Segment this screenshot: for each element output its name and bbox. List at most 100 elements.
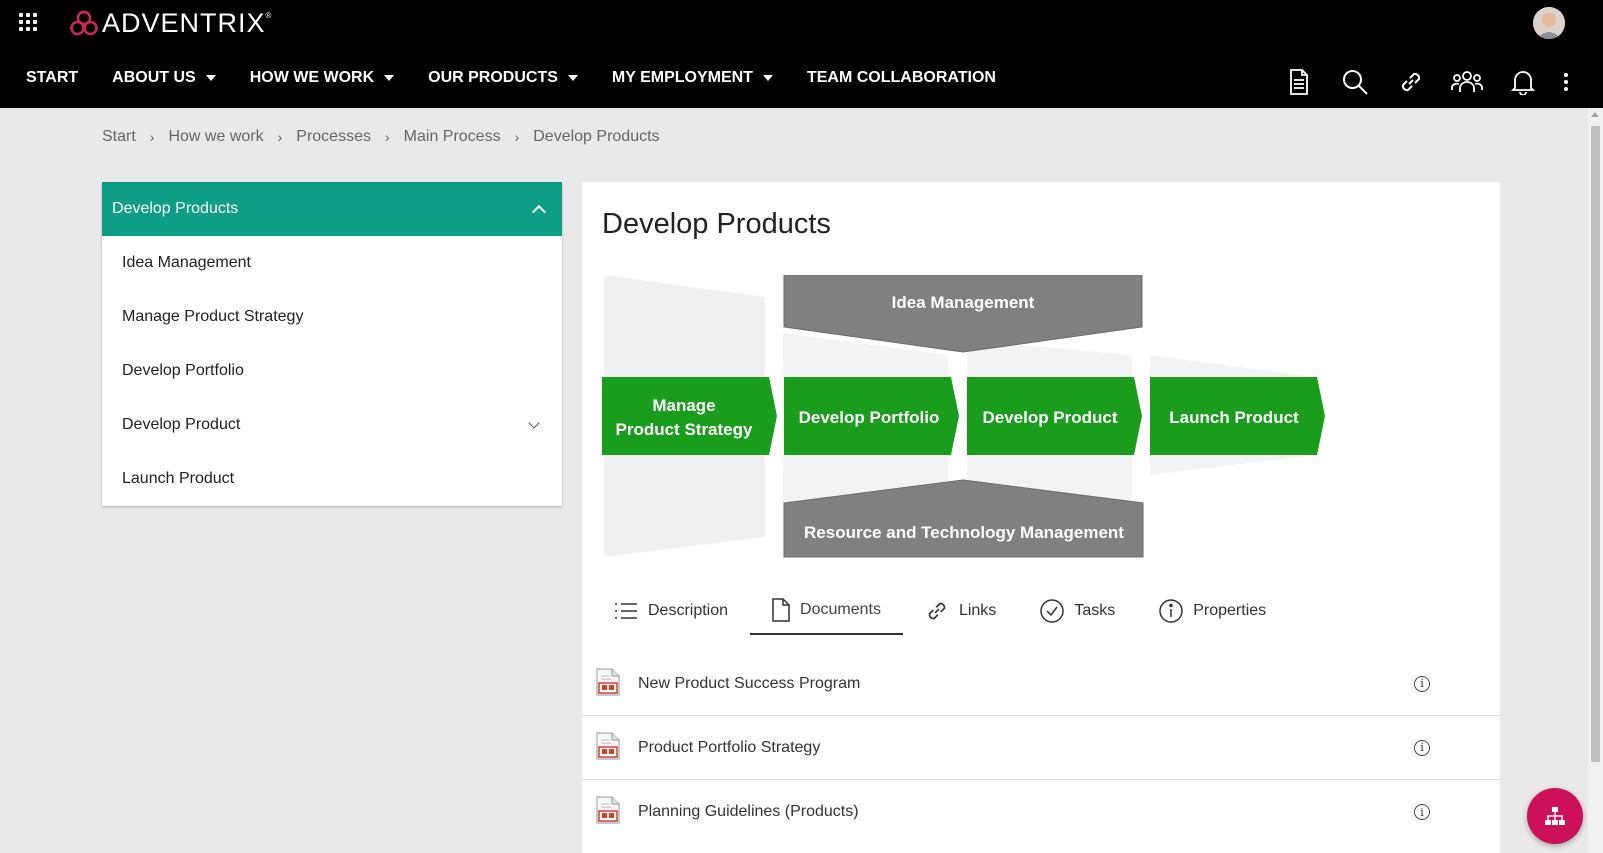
caret-down-icon <box>384 75 395 81</box>
sidenav-item-develop-product[interactable]: Develop Product <box>102 398 562 452</box>
chevron-up-icon[interactable] <box>531 204 547 219</box>
team-icon[interactable] <box>1439 64 1495 100</box>
list-item[interactable]: Planning Guidelines (Products) i <box>582 780 1500 844</box>
breadcrumb-separator-icon: › <box>384 129 390 145</box>
brand-logo[interactable]: ADVENTRIX ® <box>70 7 271 39</box>
caret-down-icon <box>567 75 578 81</box>
top-bar: ADVENTRIX ® START ABOUT US HOW WE WORK O… <box>0 0 1603 108</box>
caret-down-icon <box>205 75 216 81</box>
tab-label: Properties <box>1193 602 1267 619</box>
nav-how-we-work[interactable]: HOW WE WORK <box>249 69 395 87</box>
pdf-document-icon <box>596 668 620 696</box>
diagram-label: Idea Management <box>892 293 1035 312</box>
pdf-document-icon <box>596 796 620 824</box>
breadcrumb-processes[interactable]: Processes <box>296 128 371 146</box>
tab-label: Links <box>958 602 997 619</box>
logo-registered-mark: ® <box>265 11 272 20</box>
sidenav-title: Develop Products <box>112 200 239 217</box>
breadcrumb-separator-icon: › <box>277 129 283 145</box>
nav-team-collaboration-label: TEAM COLLABORATION <box>806 69 996 86</box>
main-navigation: START ABOUT US HOW WE WORK OUR PRODUCTS … <box>0 58 1004 98</box>
sidenav-item-idea-management[interactable]: Idea Management <box>102 236 562 290</box>
tab-label: Documents <box>800 601 881 618</box>
logo-text: ADVENTRIX <box>102 7 266 38</box>
page-title: Develop Products <box>602 208 831 240</box>
info-icon[interactable]: i <box>1414 675 1430 692</box>
tab-documents[interactable]: Documents <box>750 595 903 635</box>
search-icon[interactable] <box>1327 64 1383 100</box>
more-icon[interactable] <box>1551 64 1581 100</box>
diagram-label: Launch Product <box>1169 408 1299 427</box>
header-toolbar <box>1271 64 1581 100</box>
scrollbar-thumb[interactable] <box>1591 126 1600 762</box>
sidenav-item-label: Launch Product <box>122 470 235 487</box>
user-avatar[interactable] <box>1533 7 1565 39</box>
scroll-up-arrow-icon[interactable] <box>1591 112 1599 117</box>
detail-tabs: Description Documents Links Tasks Proper… <box>592 595 1288 635</box>
nav-about-us[interactable]: ABOUT US <box>112 69 216 87</box>
info-icon[interactable]: i <box>1414 739 1430 756</box>
sidenav-item-label: Develop Product <box>122 416 241 433</box>
nav-my-employment[interactable]: MY EMPLOYMENT <box>612 69 773 87</box>
document-name: New Product Success Program <box>638 674 861 692</box>
document-icon <box>772 598 790 622</box>
list-icon <box>615 603 637 619</box>
nav-about-us-label: ABOUT US <box>112 69 196 86</box>
breadcrumb-how-we-work[interactable]: How we work <box>168 128 263 146</box>
diagram-step-develop-product[interactable]: Develop Product <box>967 377 1142 455</box>
breadcrumb-separator-icon: › <box>149 129 155 145</box>
info-icon[interactable]: i <box>1414 804 1430 820</box>
nav-my-employment-label: MY EMPLOYMENT <box>611 69 753 86</box>
sidenav-header[interactable]: Develop Products <box>102 182 562 236</box>
breadcrumb-separator-icon: › <box>514 129 520 145</box>
sidenav-item-develop-portfolio[interactable]: Develop Portfolio <box>102 344 562 398</box>
breadcrumb: Start › How we work › Processes › Main P… <box>102 128 660 146</box>
link-icon <box>928 602 946 620</box>
tab-description[interactable]: Description <box>592 595 750 635</box>
tab-tasks[interactable]: Tasks <box>1018 595 1137 635</box>
breadcrumb-current: Develop Products <box>533 128 660 145</box>
document-name: Product Portfolio Strategy <box>638 738 821 756</box>
logo-mark-icon <box>70 10 98 36</box>
nav-our-products[interactable]: OUR PRODUCTS <box>428 69 578 87</box>
diagram-label: Product Strategy <box>616 420 754 439</box>
caret-down-icon <box>762 75 773 81</box>
app-launcher-icon[interactable] <box>19 13 37 31</box>
list-item[interactable]: Product Portfolio Strategy i <box>582 716 1500 780</box>
document-name: Planning Guidelines (Products) <box>638 803 859 820</box>
tab-label: Description <box>648 602 729 619</box>
document-icon[interactable] <box>1271 64 1327 100</box>
sitemap-button[interactable] <box>1527 788 1583 844</box>
sidenav-item-launch-product[interactable]: Launch Product <box>102 452 562 506</box>
sitemap-icon <box>1545 807 1565 825</box>
tab-links[interactable]: Links <box>903 595 1018 635</box>
nav-start[interactable]: START <box>26 69 78 87</box>
diagram-step-develop-portfolio[interactable]: Develop Portfolio <box>784 377 959 455</box>
diagram-label: Manage <box>652 396 715 415</box>
diagram-step-launch-product[interactable]: Launch Product <box>1150 377 1325 455</box>
nav-team-collaboration[interactable]: TEAM COLLABORATION <box>807 69 996 87</box>
list-item[interactable]: New Product Success Program i <box>582 652 1500 716</box>
diagram-step-manage-product-strategy[interactable]: Manage Product Strategy <box>602 377 777 455</box>
sidenav-item-manage-product-strategy[interactable]: Manage Product Strategy <box>102 290 562 344</box>
process-diagram: Idea Management Resource and Technology … <box>602 275 1325 558</box>
breadcrumb-start[interactable]: Start <box>102 128 136 146</box>
page-scrollbar[interactable] <box>1588 108 1603 853</box>
link-icon[interactable] <box>1383 64 1439 100</box>
info-icon <box>1159 599 1183 623</box>
nav-start-label: START <box>26 69 79 86</box>
sidenav-item-label: Idea Management <box>122 254 251 271</box>
breadcrumb-main-process[interactable]: Main Process <box>404 128 501 146</box>
tab-properties[interactable]: Properties <box>1137 595 1288 635</box>
document-list: New Product Success Program i Product Po… <box>582 652 1500 844</box>
sidenav-item-label: Develop Portfolio <box>122 362 244 379</box>
bell-icon[interactable] <box>1495 64 1551 100</box>
pdf-document-icon <box>596 732 620 760</box>
sidenav-item-label: Manage Product Strategy <box>122 308 304 325</box>
chevron-down-icon[interactable] <box>528 417 540 429</box>
nav-how-we-work-label: HOW WE WORK <box>249 69 375 86</box>
main-content: Develop Products Idea Management Resourc… <box>582 182 1500 853</box>
check-circle-icon <box>1040 599 1065 623</box>
nav-our-products-label: OUR PRODUCTS <box>428 69 558 86</box>
tab-label: Tasks <box>1074 602 1116 619</box>
